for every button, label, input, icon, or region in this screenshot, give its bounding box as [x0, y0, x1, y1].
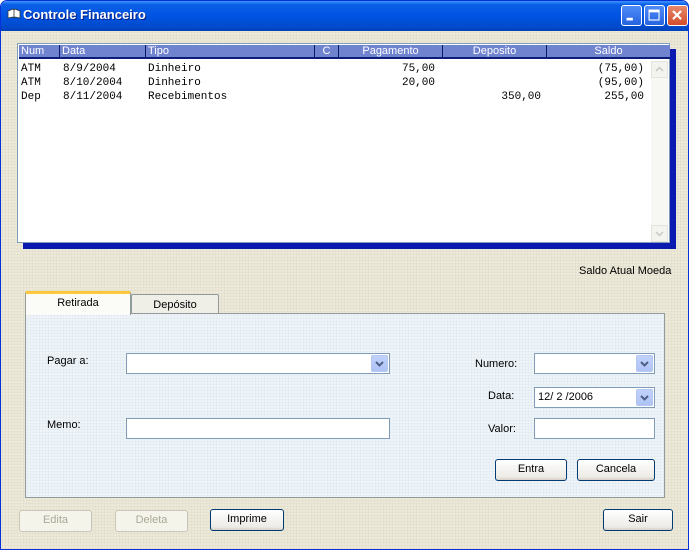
window-title: Controle Financeiro [23, 7, 146, 22]
cell-pagamento: 20,00 [401, 77, 435, 89]
edita-button[interactable]: Edita [19, 510, 92, 532]
ledger-header: Num Data Tipo C Pagamento Deposito Saldo [19, 45, 670, 59]
vertical-scrollbar[interactable] [651, 61, 668, 242]
numero-combo[interactable] [534, 353, 655, 374]
chevron-down-icon [655, 231, 664, 237]
entra-button[interactable]: Entra [495, 459, 567, 481]
col-header-deposito[interactable]: Deposito [443, 45, 547, 57]
col-header-c[interactable]: C [315, 45, 339, 57]
chevron-down-icon [375, 361, 384, 367]
col-header-data[interactable]: Data [60, 45, 146, 57]
imprime-button[interactable]: Imprime [210, 509, 284, 531]
close-button[interactable] [667, 5, 688, 26]
tab-panel-retirada: Pagar a: Memo: Numero: Data: 12/ 2 /2006 [25, 313, 665, 498]
scroll-down-button[interactable] [651, 225, 668, 242]
maximize-button[interactable] [644, 5, 665, 26]
title-bar[interactable]: Controle Financeiro [1, 1, 688, 31]
cell-data: 8/10/2004 [63, 77, 123, 89]
minimize-icon [626, 17, 633, 21]
cell-pagamento: 75,00 [401, 63, 435, 75]
cell-tipo: Dinheiro [148, 77, 201, 89]
memo-field[interactable] [126, 418, 390, 439]
col-header-saldo[interactable]: Saldo [547, 45, 670, 57]
numero-dropdown-button[interactable] [636, 355, 653, 372]
data-label: Data: [488, 390, 515, 402]
saldo-atual-label: Saldo Atual Moeda [579, 265, 672, 277]
cell-saldo: (95,00) [597, 77, 644, 89]
cell-num: Dep [21, 91, 41, 103]
cell-saldo: 255,00 [604, 91, 644, 103]
app-window: Controle Financeiro Num Data Tipo C Paga… [0, 0, 689, 550]
data-dropdown-button[interactable] [636, 389, 653, 406]
memo-label: Memo: [47, 419, 81, 431]
ledger-frame[interactable]: Num Data Tipo C Pagamento Deposito Saldo… [17, 43, 670, 243]
ledger-list[interactable]: Num Data Tipo C Pagamento Deposito Saldo… [17, 43, 676, 249]
cell-num: ATM [21, 77, 41, 89]
ledger-row[interactable]: Dep 8/11/2004 Recebimentos 350,00 255,00 [19, 90, 651, 104]
ledger-row[interactable]: ATM 8/9/2004 Dinheiro 75,00 (75,00) [19, 62, 651, 76]
minimize-button[interactable] [621, 5, 642, 26]
cell-deposito: 350,00 [501, 91, 541, 103]
data-value: 12/ 2 /2006 [538, 391, 594, 403]
pagar-a-label: Pagar a: [47, 355, 89, 367]
cell-data: 8/11/2004 [63, 91, 123, 103]
valor-label: Valor: [488, 423, 516, 435]
cell-data: 8/9/2004 [63, 63, 116, 75]
valor-field[interactable] [534, 418, 655, 439]
cell-tipo: Recebimentos [148, 91, 228, 103]
sair-button[interactable]: Sair [603, 509, 673, 531]
col-header-num[interactable]: Num [19, 45, 60, 57]
pagar-a-dropdown-button[interactable] [371, 355, 388, 372]
chevron-down-icon [640, 395, 649, 401]
chevron-up-icon [655, 66, 664, 72]
book-icon [7, 8, 21, 19]
col-header-pagamento[interactable]: Pagamento [339, 45, 443, 57]
deleta-button[interactable]: Deleta [115, 510, 188, 532]
ledger-row[interactable]: ATM 8/10/2004 Dinheiro 20,00 (95,00) [19, 76, 651, 90]
cell-num: ATM [21, 63, 41, 75]
cell-tipo: Dinheiro [148, 63, 201, 75]
chevron-down-icon [640, 361, 649, 367]
maximize-icon [648, 9, 660, 21]
numero-label: Numero: [475, 358, 518, 370]
close-icon [672, 10, 682, 20]
data-picker[interactable]: 12/ 2 /2006 [534, 387, 655, 408]
cancela-button[interactable]: Cancela [577, 459, 655, 481]
tab-retirada[interactable]: Retirada [25, 291, 131, 315]
col-header-tipo[interactable]: Tipo [146, 45, 315, 57]
cell-saldo: (75,00) [597, 63, 644, 75]
scroll-up-button[interactable] [651, 61, 668, 78]
pagar-a-combo[interactable] [126, 353, 390, 374]
